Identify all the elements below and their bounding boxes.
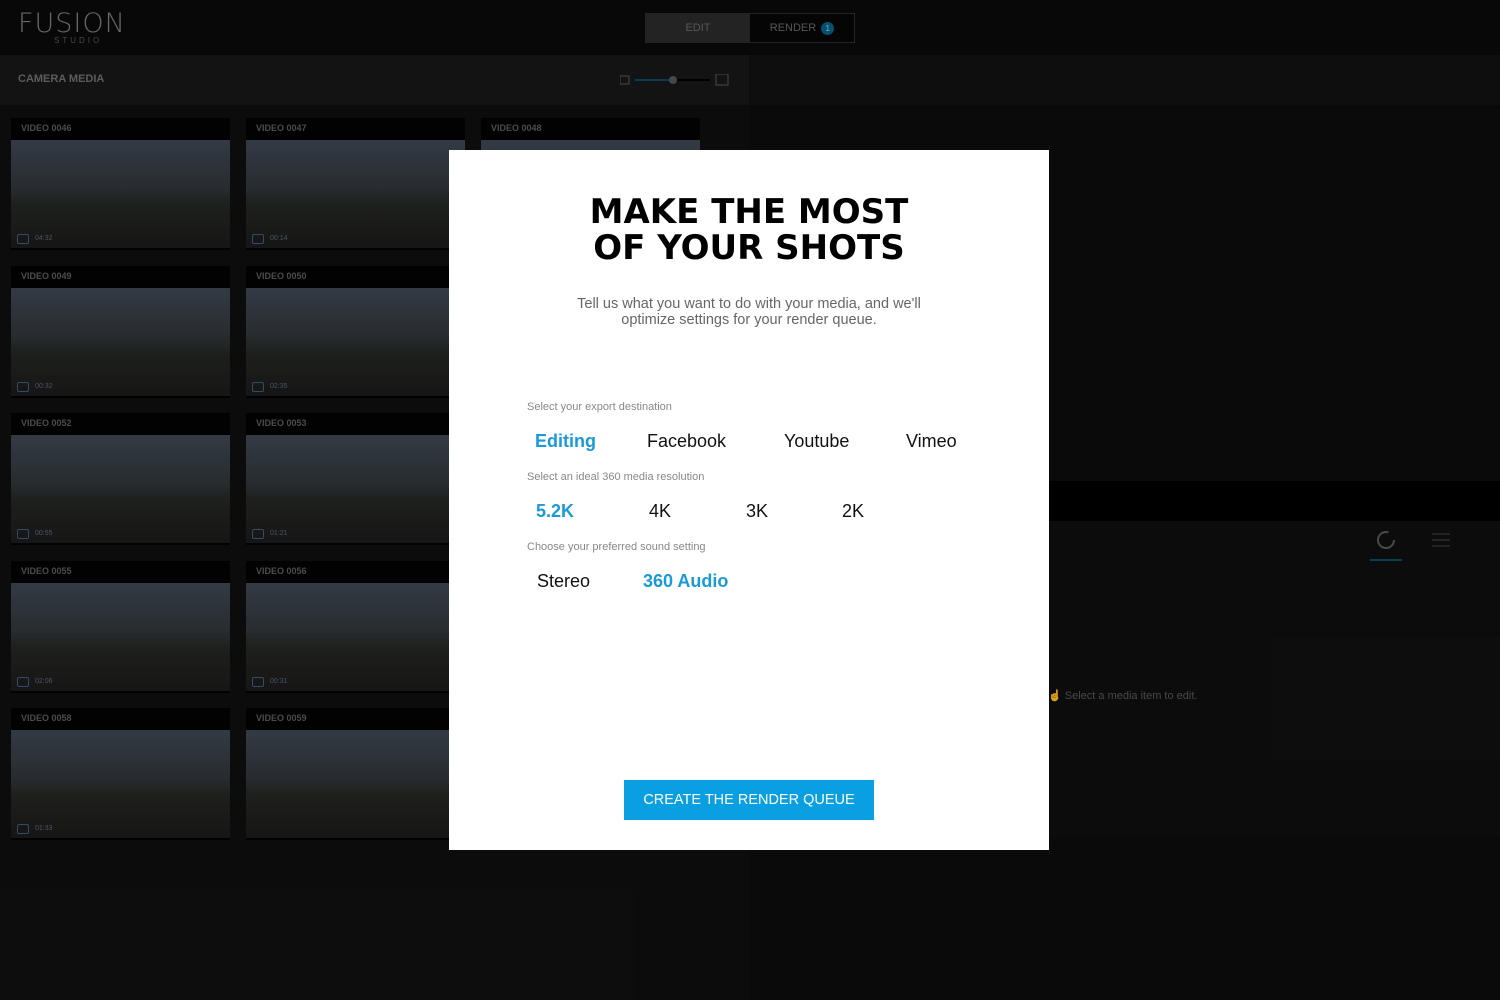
title-line-1: MAKE THE MOST [589, 192, 909, 232]
title-line-2: OF YOUR SHOTS [593, 228, 905, 268]
sound-option[interactable]: Stereo [537, 571, 590, 592]
resolution-option[interactable]: 3K [746, 501, 768, 522]
destination-option[interactable]: Editing [535, 431, 596, 452]
destination-option[interactable]: Youtube [784, 431, 849, 452]
create-render-queue-button[interactable]: CREATE THE RENDER QUEUE [624, 780, 874, 820]
subtitle-line-2: optimize settings for your render queue. [621, 312, 877, 328]
sound-option[interactable]: 360 Audio [643, 571, 728, 592]
resolution-option[interactable]: 4K [649, 501, 671, 522]
resolution-option[interactable]: 5.2K [536, 501, 574, 522]
modal-title: MAKE THE MOST OF YOUR SHOTS [449, 194, 1049, 266]
subtitle-line-1: Tell us what you want to do with your me… [577, 296, 921, 312]
destination-option[interactable]: Vimeo [906, 431, 957, 452]
sound-label: Choose your preferred sound setting [527, 541, 706, 553]
resolution-label: Select an ideal 360 media resolution [527, 471, 705, 483]
render-setup-modal: MAKE THE MOST OF YOUR SHOTS Tell us what … [449, 150, 1049, 850]
resolution-option[interactable]: 2K [842, 501, 864, 522]
destination-label: Select your export destination [527, 401, 672, 413]
modal-subtitle: Tell us what you want to do with your me… [449, 296, 1049, 328]
destination-option[interactable]: Facebook [647, 431, 726, 452]
